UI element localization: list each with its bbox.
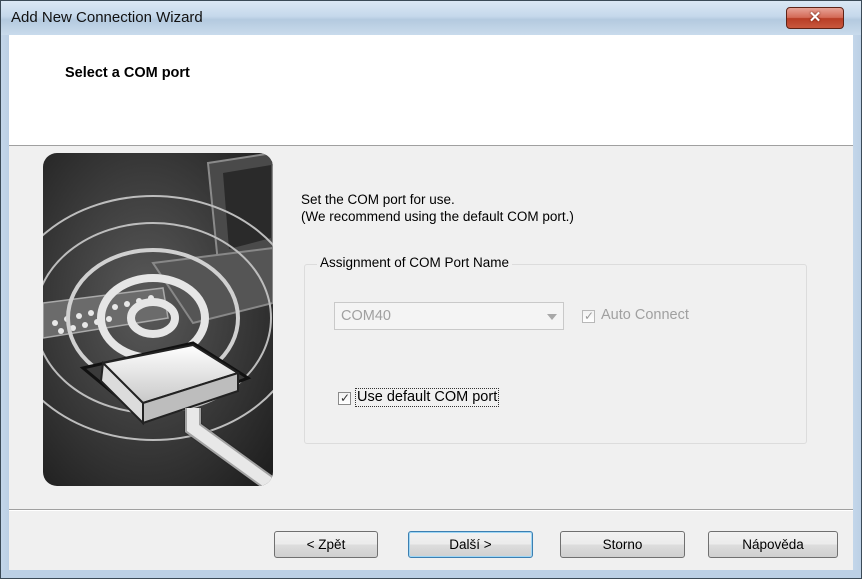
wizard-window: Add New Connection Wizard ✕ Select a COM… (0, 0, 862, 579)
header-divider (9, 145, 853, 146)
back-button[interactable]: < Zpět (274, 531, 378, 558)
window-frame-bottom (1, 570, 861, 578)
instruction-line-2: (We recommend using the default COM port… (301, 209, 574, 224)
cancel-button[interactable]: Storno (560, 531, 685, 558)
close-icon: ✕ (808, 9, 822, 26)
serial-cable-illustration (43, 153, 273, 486)
serial-cable-radio-waves-icon (43, 153, 273, 486)
auto-connect-checkbox[interactable]: ✓ (582, 309, 595, 323)
com-port-value: COM40 (341, 308, 391, 324)
footer-divider-highlight (9, 510, 853, 511)
instruction-text: Set the COM port for use. (We recommend … (301, 191, 574, 225)
groupbox-title: Assignment of COM Port Name (317, 255, 513, 270)
window-frame-left (1, 35, 9, 578)
instruction-line-1: Set the COM port for use. (301, 192, 455, 207)
checkmark-icon: ✓ (340, 391, 351, 405)
checkmark-icon: ✓ (584, 309, 595, 323)
com-port-dropdown[interactable]: COM40 (334, 302, 564, 330)
com-port-groupbox (304, 264, 807, 444)
use-default-port-label[interactable]: Use default COM port (355, 388, 500, 407)
chevron-down-icon (547, 314, 557, 320)
window-title: Add New Connection Wizard (11, 9, 203, 26)
wizard-header: Select a COM port (9, 35, 853, 145)
title-bar[interactable]: Add New Connection Wizard ✕ (1, 1, 861, 35)
next-button[interactable]: Další > (408, 531, 533, 558)
window-frame-right (853, 35, 861, 578)
close-button[interactable]: ✕ (786, 7, 844, 29)
help-button[interactable]: Nápověda (708, 531, 838, 558)
use-default-port-checkbox[interactable]: ✓ (338, 391, 351, 405)
auto-connect-label[interactable]: Auto Connect (601, 307, 689, 323)
page-title: Select a COM port (65, 65, 190, 81)
